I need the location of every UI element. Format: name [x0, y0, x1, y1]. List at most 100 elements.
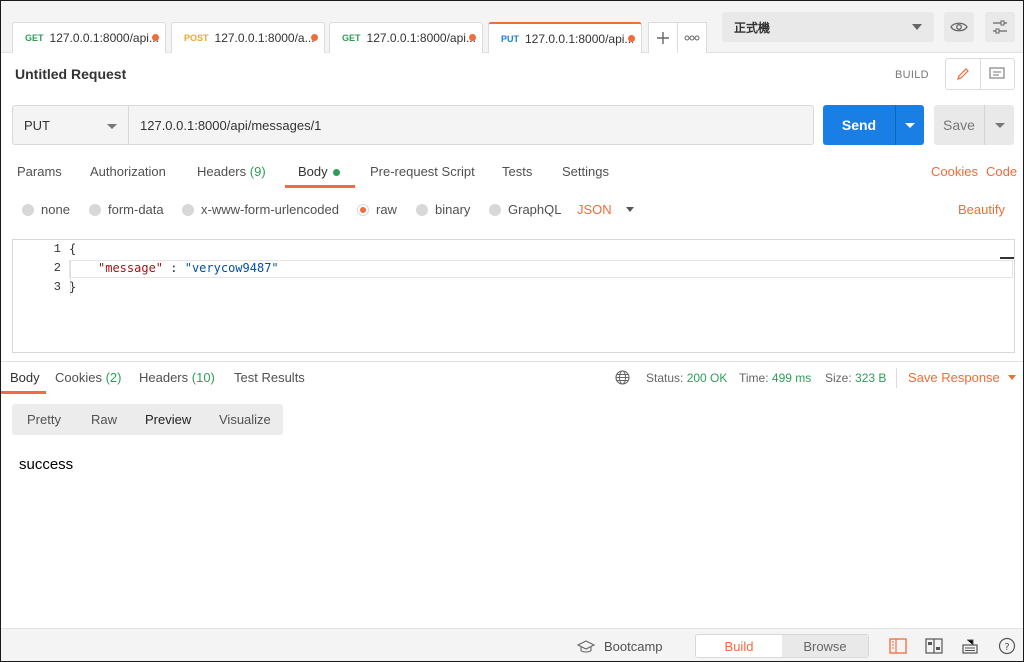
keyboard-icon — [962, 639, 978, 654]
line-number: 3 — [53, 280, 61, 294]
status-value: 200 OK — [686, 371, 728, 385]
tab-authorization[interactable]: Authorization — [90, 164, 166, 179]
tab-options-button[interactable] — [677, 22, 707, 53]
body-type-none[interactable]: none — [22, 202, 70, 217]
response-tab-label: Cookies — [55, 370, 102, 385]
tab-headers[interactable]: Headers (9) — [197, 164, 266, 179]
view-raw[interactable]: Raw — [91, 412, 117, 427]
help-button[interactable]: ? — [997, 636, 1017, 656]
body-type-binary[interactable]: binary — [416, 202, 470, 217]
view-visualize[interactable]: Visualize — [219, 412, 271, 427]
request-tab-4-active[interactable]: PUT 127.0.0.1:8000/api... — [488, 22, 642, 53]
request-tab-1[interactable]: GET 127.0.0.1:8000/api... — [12, 22, 166, 53]
time-label: Time: — [739, 371, 769, 385]
browse-mode-button[interactable]: Browse — [782, 635, 868, 657]
tab-method: PUT — [501, 33, 519, 44]
method-select[interactable]: PUT — [12, 105, 129, 145]
comment-icon — [989, 67, 1005, 79]
response-divider[interactable] — [1, 361, 1023, 362]
request-tab-3[interactable]: GET 127.0.0.1:8000/api... — [329, 22, 483, 53]
tab-params[interactable]: Params — [17, 164, 62, 179]
response-status: Status: 200 OK — [646, 371, 727, 385]
response-tab-label: Headers — [139, 370, 189, 385]
tab-method: GET — [25, 33, 44, 43]
tab-headers-label: Headers — [197, 164, 247, 179]
tab-tests[interactable]: Tests — [502, 164, 532, 179]
scrollbar-marker — [1000, 257, 1014, 259]
manage-environments-button[interactable] — [985, 12, 1015, 42]
split-icon — [925, 638, 943, 654]
cookies-link[interactable]: Cookies — [931, 164, 978, 179]
chevron-down-icon — [912, 24, 922, 30]
tab-prerequest-script[interactable]: Pre-request Script — [370, 164, 475, 179]
response-active-tab-indicator — [1, 391, 46, 394]
new-tab-button[interactable] — [648, 22, 678, 53]
code-link[interactable]: Code — [986, 164, 1017, 179]
headers-count: (10) — [191, 370, 215, 385]
two-pane-view-button[interactable] — [888, 636, 908, 656]
environment-quick-look-button[interactable] — [944, 12, 974, 42]
code-line-1: { — [69, 242, 77, 256]
radio-icon — [182, 203, 194, 216]
more-icon — [684, 35, 700, 41]
method-label: PUT — [24, 117, 50, 133]
bootcamp-button[interactable]: Bootcamp — [577, 639, 663, 654]
body-format-select[interactable]: JSON — [577, 202, 634, 217]
beautify-link[interactable]: Beautify — [958, 202, 1005, 217]
tab-body[interactable]: Body — [298, 164, 340, 179]
active-tab-indicator — [285, 185, 355, 188]
body-type-form-data[interactable]: form-data — [89, 202, 164, 217]
help-icon: ? — [998, 637, 1016, 655]
send-button[interactable]: Send — [823, 105, 895, 145]
body-editor[interactable]: 1 2 3 { "message" : "verycow9487" } — [12, 239, 1015, 353]
comments-button[interactable] — [981, 59, 1015, 89]
cookies-count: (2) — [105, 370, 122, 385]
request-tab-bar: GET 127.0.0.1:8000/api... POST 127.0.0.1… — [1, 1, 1023, 53]
request-title[interactable]: Untitled Request — [15, 66, 126, 82]
save-response-button[interactable]: Save Response — [908, 370, 1016, 385]
status-bar: Bootcamp Build Browse ? — [1, 628, 1023, 661]
keyboard-shortcuts-button[interactable] — [960, 636, 980, 656]
save-options-button[interactable] — [984, 105, 1014, 145]
tab-settings[interactable]: Settings — [562, 164, 609, 179]
save-button[interactable]: Save — [934, 105, 984, 145]
pencil-icon — [956, 68, 969, 80]
radio-icon — [416, 203, 428, 216]
body-indicator-icon — [332, 169, 340, 177]
chevron-down-icon — [1007, 375, 1016, 380]
mode-label: BUILD — [895, 69, 929, 81]
radio-icon — [22, 203, 34, 216]
chevron-down-icon — [625, 207, 634, 212]
response-tab-cookies[interactable]: Cookies (2) — [55, 370, 121, 385]
send-options-button[interactable] — [895, 105, 924, 145]
build-browse-toggle: Build Browse — [695, 634, 869, 658]
request-tab-2[interactable]: POST 127.0.0.1:8000/a... — [171, 22, 325, 53]
body-type-raw[interactable]: raw — [357, 202, 397, 217]
unsaved-dot-icon — [469, 34, 476, 41]
response-tab-headers[interactable]: Headers (10) — [139, 370, 215, 385]
tab-url: 127.0.0.1:8000/a... — [214, 31, 315, 45]
eye-icon — [950, 22, 968, 32]
environment-select[interactable]: 正式機 — [722, 12, 934, 42]
line-number: 1 — [53, 242, 61, 256]
format-label: JSON — [577, 202, 612, 217]
view-preview[interactable]: Preview — [145, 412, 191, 427]
graduation-cap-icon — [577, 639, 595, 653]
response-tab-test-results[interactable]: Test Results — [234, 370, 305, 385]
view-pretty[interactable]: Pretty — [27, 412, 61, 427]
body-type-graphql[interactable]: GraphQL — [489, 202, 561, 217]
json-separator: : — [163, 261, 185, 275]
network-info-button[interactable] — [615, 370, 630, 388]
body-type-urlencoded[interactable]: x-www-form-urlencoded — [182, 202, 339, 217]
layout-split-button[interactable] — [924, 636, 944, 656]
build-mode-button[interactable]: Build — [696, 635, 782, 657]
size-value: 323 B — [855, 371, 887, 385]
json-value: "verycow9487" — [184, 261, 279, 275]
time-value: 499 ms — [771, 371, 812, 385]
response-tab-body[interactable]: Body — [10, 370, 40, 385]
globe-icon — [615, 370, 630, 385]
unsaved-dot-icon — [628, 35, 635, 42]
url-input[interactable] — [128, 105, 814, 145]
save-response-label: Save Response — [908, 370, 1000, 385]
edit-mode-button[interactable] — [946, 59, 981, 89]
